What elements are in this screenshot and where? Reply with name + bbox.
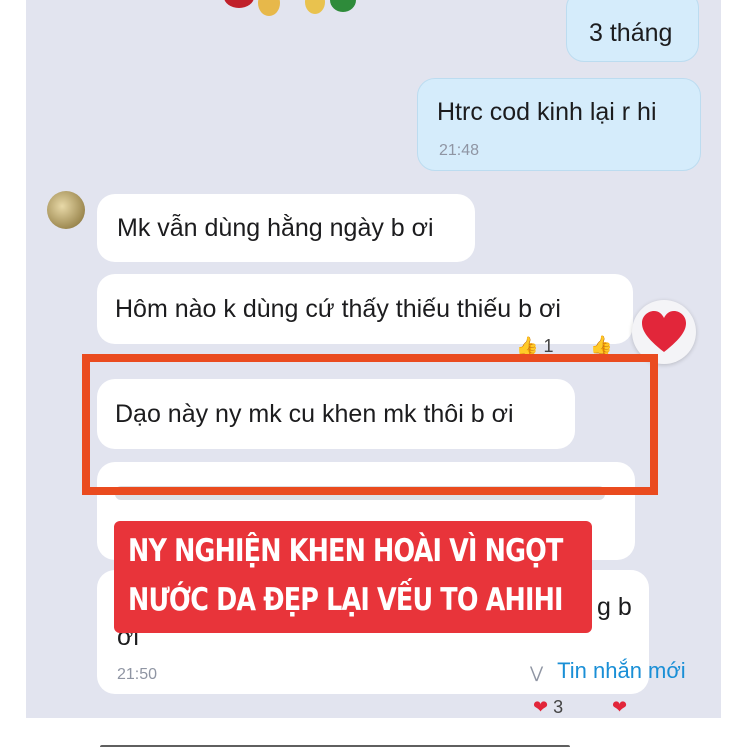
- message-timestamp: 21:50: [117, 666, 158, 683]
- message-text: Htrc cod kinh lại r hi: [437, 98, 657, 126]
- new-messages-label: Tin nhắn mới: [557, 658, 686, 683]
- heart-count: 3: [553, 697, 564, 717]
- like-count: 1: [543, 336, 554, 356]
- thumbs-up-icon: 👍: [516, 336, 539, 356]
- chevron-down-icon: ⋁: [530, 665, 544, 682]
- message-bubble-sent[interactable]: Htrc cod kinh lại r hi 21:48: [417, 78, 701, 171]
- message-bubble-received[interactable]: Hôm nào k dùng cứ thấy thiếu thiếu b ơi: [97, 274, 633, 344]
- overlay-line-2: NƯỚC DA ĐẸP LẠI VẾU TO AHIHI: [128, 582, 563, 618]
- chat-screenshot: 3 tháng Htrc cod kinh lại r hi 21:48 Mk …: [0, 0, 747, 747]
- highlight-box: [82, 354, 658, 495]
- new-messages-button[interactable]: ⋁ Tin nhắn mới: [530, 658, 686, 684]
- heart-icon: ❤: [533, 697, 549, 717]
- message-timestamp: 21:48: [439, 142, 480, 159]
- message-text: Mk vẫn dùng hằng ngày b ơi: [117, 214, 434, 242]
- thumbs-up-icon: 👍: [590, 335, 613, 355]
- message-text: 3 tháng: [589, 19, 673, 47]
- cropped-caption: [100, 735, 580, 747]
- message-text: g b: [597, 593, 632, 621]
- overlay-line-1: NY NGHIỆN KHEN HOÀI VÌ NGỌT: [128, 533, 563, 569]
- caption-overlay: NY NGHIỆN KHEN HOÀI VÌ NGỌT NƯỚC DA ĐẸP …: [114, 521, 592, 633]
- sender-avatar[interactable]: [47, 191, 85, 229]
- message-bubble-sent[interactable]: 3 tháng: [566, 0, 699, 62]
- heart-reaction[interactable]: ❤ 3: [533, 697, 563, 718]
- heart-icon: ❤: [612, 697, 628, 717]
- message-bubble-received[interactable]: Mk vẫn dùng hằng ngày b ơi: [97, 194, 475, 262]
- message-text: Hôm nào k dùng cứ thấy thiếu thiếu b ơi: [115, 295, 561, 323]
